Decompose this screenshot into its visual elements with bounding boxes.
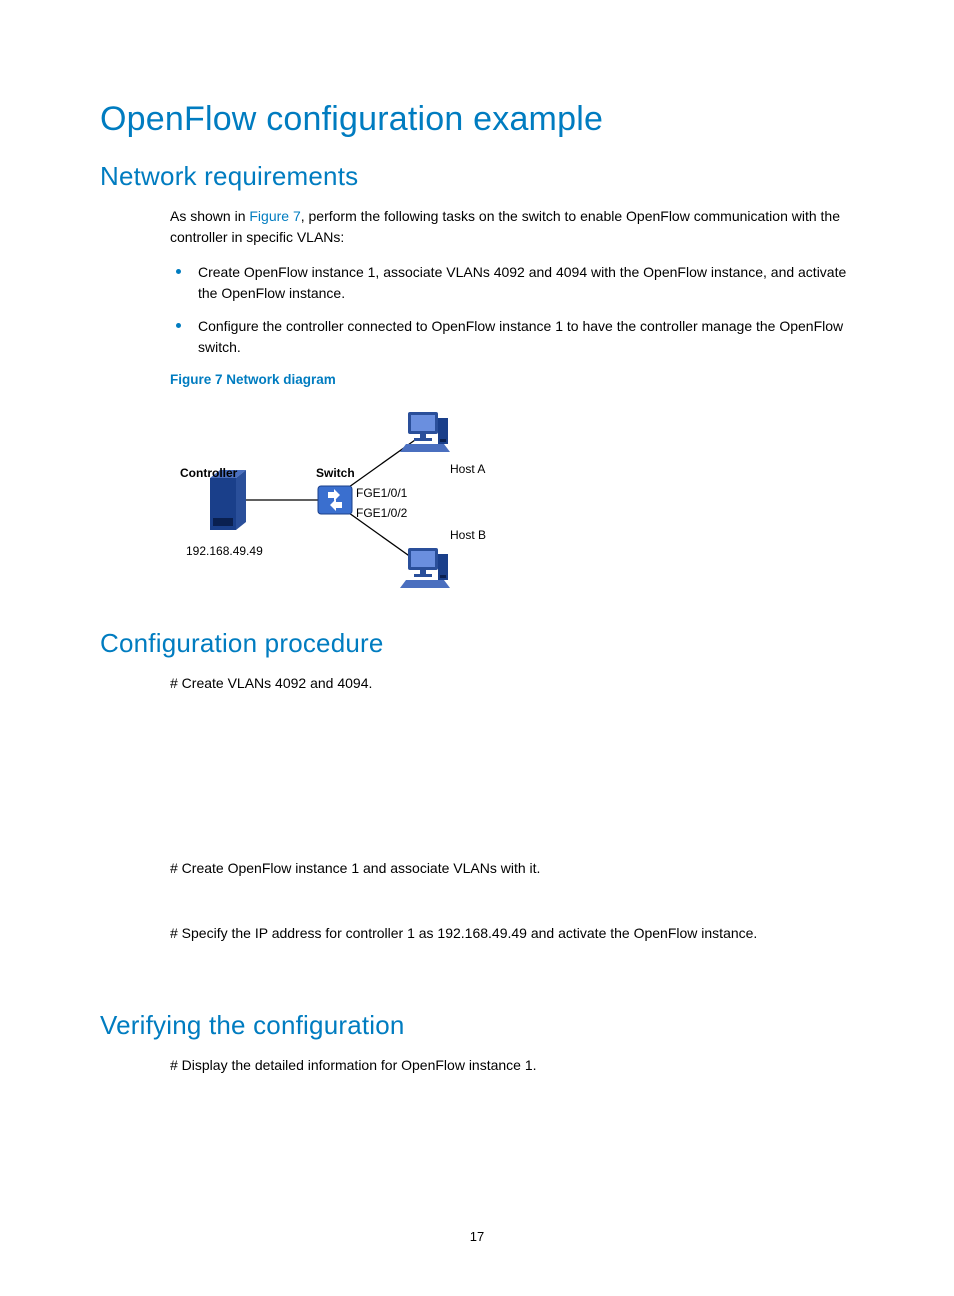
requirements-list: Create OpenFlow instance 1, associate VL… bbox=[170, 262, 864, 358]
figure-caption: Figure 7 Network diagram bbox=[170, 370, 864, 390]
diagram-label-host-a: Host A bbox=[450, 460, 485, 478]
diagram-svg bbox=[170, 400, 480, 600]
procedure-step: # Create OpenFlow instance 1 and associa… bbox=[170, 858, 864, 879]
section-heading-configuration-procedure: Configuration procedure bbox=[100, 628, 864, 659]
switch-icon bbox=[318, 486, 352, 514]
procedure-step: # Specify the IP address for controller … bbox=[170, 923, 864, 944]
page-title: OpenFlow configuration example bbox=[100, 100, 864, 139]
diagram-label-host-b: Host B bbox=[450, 526, 486, 544]
list-item: Configure the controller connected to Op… bbox=[170, 316, 864, 358]
diagram-label-switch: Switch bbox=[316, 464, 355, 482]
host-a-icon bbox=[400, 412, 450, 452]
configuration-procedure-body: # Create VLANs 4092 and 4094. # Create O… bbox=[170, 673, 864, 976]
section-heading-verifying: Verifying the configuration bbox=[100, 1010, 864, 1041]
verifying-step: # Display the detailed information for O… bbox=[170, 1055, 864, 1076]
diagram-label-controller-ip: 192.168.49.49 bbox=[186, 542, 263, 560]
intro-text-before: As shown in bbox=[170, 208, 249, 224]
diagram-label-port2: FGE1/0/2 bbox=[356, 504, 407, 522]
verifying-body: # Display the detailed information for O… bbox=[170, 1055, 864, 1076]
procedure-step: # Create VLANs 4092 and 4094. bbox=[170, 673, 864, 694]
figure-7-link[interactable]: Figure 7 bbox=[249, 208, 300, 224]
page-number: 17 bbox=[0, 1229, 954, 1244]
diagram-label-controller: Controller bbox=[180, 464, 237, 482]
list-item: Create OpenFlow instance 1, associate VL… bbox=[170, 262, 864, 304]
network-diagram: Controller Switch Host A Host B FGE1/0/1… bbox=[170, 400, 480, 600]
network-requirements-body: As shown in Figure 7, perform the follow… bbox=[170, 206, 864, 600]
diagram-label-port1: FGE1/0/1 bbox=[356, 484, 407, 502]
section-heading-network-requirements: Network requirements bbox=[100, 161, 864, 192]
page: OpenFlow configuration example Network r… bbox=[0, 0, 954, 1296]
intro-paragraph: As shown in Figure 7, perform the follow… bbox=[170, 206, 864, 248]
